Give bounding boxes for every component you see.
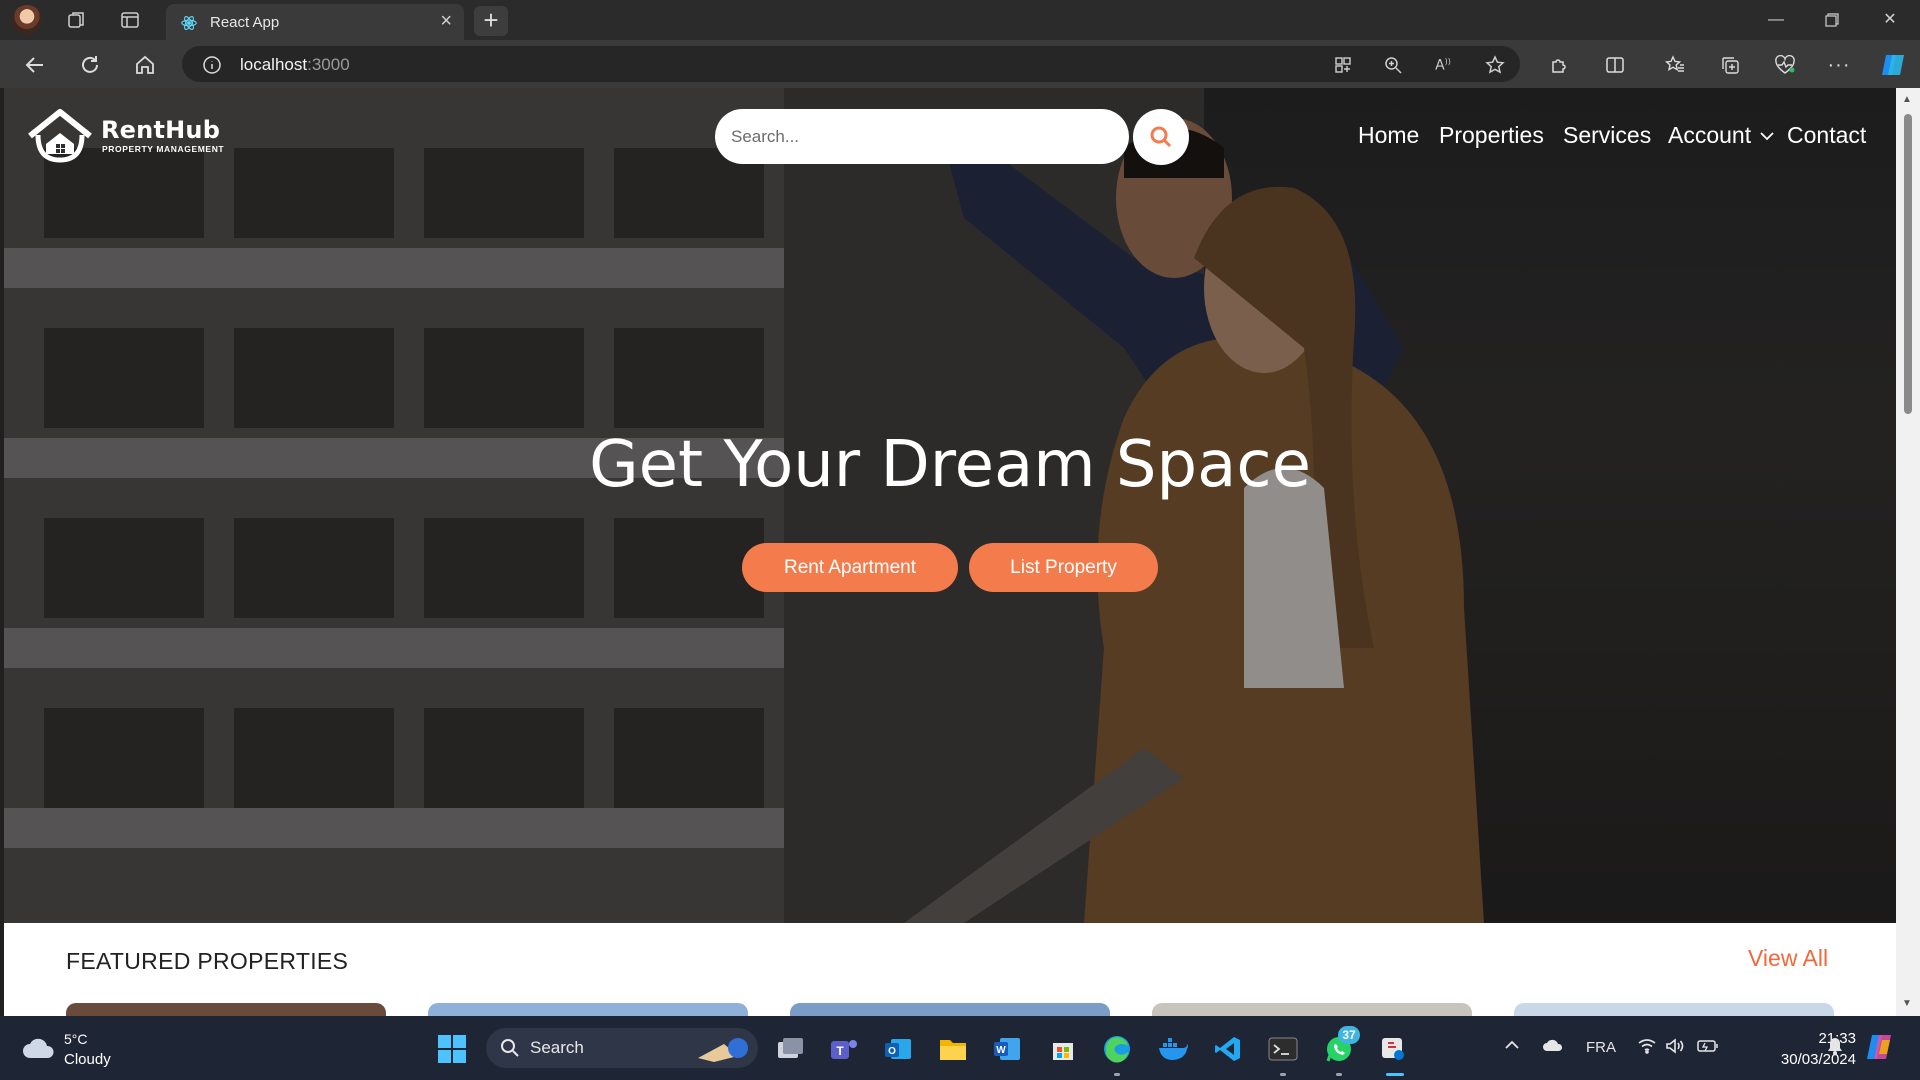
tab-actions-icon[interactable] [118,8,142,32]
scroll-up-icon[interactable]: ▲ [1902,94,1912,105]
url-text: localhost:3000 [240,55,350,74]
search-icon [501,1039,519,1057]
volume-icon[interactable] [1665,1038,1685,1058]
task-view-icon[interactable] [773,1032,807,1066]
close-window-button[interactable]: ✕ [1870,6,1910,34]
page-scrollbar[interactable]: ▲ ▼ [1896,88,1920,1016]
file-explorer-icon[interactable] [936,1032,970,1066]
vscode-icon[interactable] [1211,1032,1245,1066]
terminal-running-indicator [1280,1073,1286,1076]
property-card[interactable] [1152,1003,1472,1016]
house-logo-icon [28,109,92,163]
property-card[interactable] [790,1003,1110,1016]
react-icon [181,16,197,30]
docker-icon[interactable] [1156,1032,1190,1066]
nav-account-label: Account [1668,122,1752,148]
logo-tagline: PROPERTY MANAGEMENT [102,144,225,154]
property-card[interactable] [428,1003,748,1016]
home-icon[interactable] [132,52,158,78]
extensions-icon[interactable] [1546,52,1572,78]
weather-description[interactable]: Cloudy [64,1051,111,1068]
list-property-button[interactable]: List Property [969,543,1158,592]
snipping-running-indicator [1386,1073,1404,1076]
teams-icon[interactable]: T [827,1032,861,1066]
nav-account[interactable]: Account [1668,122,1775,149]
snipping-tool-icon[interactable] [1376,1032,1410,1066]
app-available-icon[interactable] [1332,54,1354,76]
more-options-icon[interactable]: ··· [1826,52,1852,78]
split-screen-icon[interactable] [1602,52,1628,78]
site-info-icon[interactable] [202,55,222,75]
language-indicator[interactable]: FRA [1586,1039,1616,1056]
scrollbar-thumb[interactable] [1904,114,1912,414]
nav-home[interactable]: Home [1358,122,1419,149]
read-aloud-icon[interactable]: A)) [1432,54,1454,76]
scroll-down-icon[interactable]: ▼ [1902,998,1912,1009]
minimize-button[interactable]: — [1756,6,1796,34]
notification-bell-icon[interactable] [1826,1036,1844,1060]
search-icon [1150,126,1172,148]
rent-apartment-button[interactable]: Rent Apartment [742,543,958,592]
logo-name: RentHub [101,116,221,144]
search-highlight-icon [698,1038,748,1062]
favorite-star-icon[interactable] [1484,54,1506,76]
nav-contact[interactable]: Contact [1787,122,1866,149]
svg-text:O: O [888,1046,896,1057]
collections-icon[interactable] [1717,52,1743,78]
hero-title: Get Your Dream Space [589,428,1311,502]
windows-taskbar: 5°C Cloudy Search T O W 37 FRA 21:33 30/… [0,1016,1920,1080]
show-hidden-icons[interactable] [1504,1038,1520,1055]
zoom-icon[interactable] [1382,54,1404,76]
property-card[interactable] [66,1003,386,1016]
hero-section: RentHub PROPERTY MANAGEMENT Home Propert… [4,88,1896,923]
copilot-taskbar-icon[interactable] [1864,1032,1896,1066]
refresh-icon[interactable] [77,52,103,78]
back-icon[interactable] [22,52,48,78]
site-logo[interactable]: RentHub PROPERTY MANAGEMENT [26,108,246,164]
weather-temperature[interactable]: 5°C [64,1031,88,1047]
nav-properties[interactable]: Properties [1439,122,1544,149]
edge-icon[interactable] [1100,1032,1134,1066]
microsoft-store-icon[interactable] [1046,1032,1080,1066]
tab-close-icon[interactable]: × [440,10,452,33]
browser-tab[interactable]: React App × [166,4,464,40]
battery-icon[interactable] [1697,1038,1719,1058]
new-tab-button[interactable]: + [474,6,508,36]
featured-heading: FEATURED PROPERTIES [66,948,349,974]
chevron-down-icon [1760,131,1774,140]
windows-start-icon[interactable] [435,1032,469,1066]
whatsapp-running-indicator [1336,1073,1342,1076]
taskbar-search-label: Search [530,1038,584,1057]
whatsapp-badge: 37 [1338,1026,1360,1044]
favorites-icon[interactable] [1662,52,1688,78]
onedrive-icon[interactable] [1542,1038,1564,1056]
cloud-icon [23,1038,54,1058]
browser-toolbar: localhost:3000 A)) ··· [0,40,1920,88]
restore-button[interactable] [1812,6,1852,34]
profile-avatar[interactable] [12,5,42,35]
search-input[interactable] [715,109,1129,164]
address-bar[interactable]: localhost:3000 A)) [182,46,1520,82]
copilot-icon[interactable] [1880,52,1906,78]
svg-text:T: T [836,1044,844,1058]
svg-text:W: W [996,1045,1006,1056]
tab-title: React App [210,14,280,31]
workspaces-icon[interactable] [64,8,88,32]
browser-essentials-icon[interactable] [1772,52,1798,78]
outlook-icon[interactable]: O [881,1032,915,1066]
terminal-icon[interactable] [1266,1032,1300,1066]
hero-overlay [4,88,1896,923]
nav-services[interactable]: Services [1563,122,1651,149]
taskbar-search[interactable]: Search [486,1028,758,1068]
clock-time[interactable]: 21:33 [1776,1030,1856,1047]
view-all-link[interactable]: View All [1748,945,1828,972]
word-icon[interactable]: W [990,1032,1024,1066]
browser-titlebar: React App × + — ✕ [0,0,1920,40]
search-button[interactable] [1133,109,1189,165]
page-viewport: RentHub PROPERTY MANAGEMENT Home Propert… [4,88,1896,1016]
wifi-icon[interactable] [1637,1038,1657,1058]
property-card[interactable] [1514,1003,1834,1016]
edge-running-indicator [1114,1073,1120,1076]
